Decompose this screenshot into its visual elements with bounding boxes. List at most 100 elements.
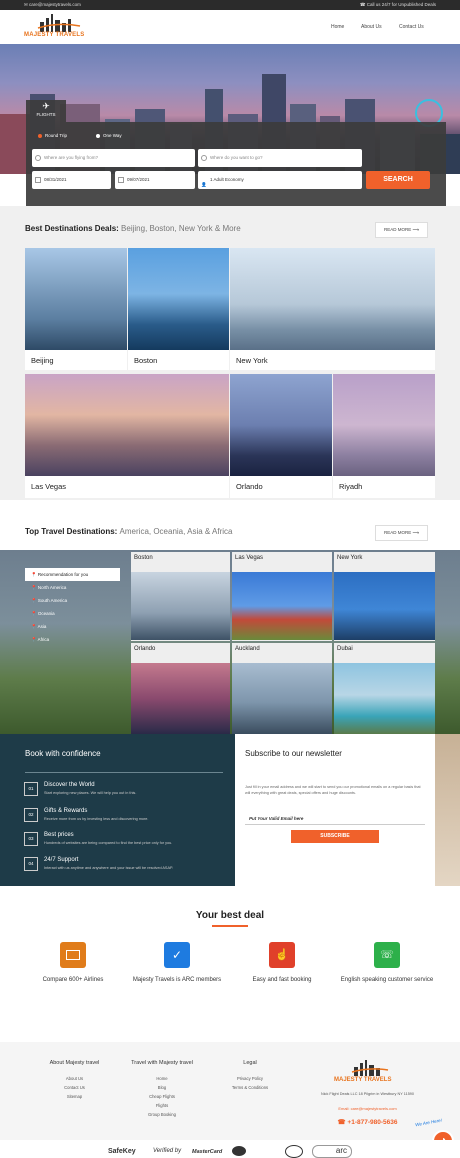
footer-link[interactable]: Blog bbox=[122, 1085, 202, 1090]
return-date-input[interactable]: 09/07/2021 bbox=[115, 171, 195, 189]
dest-label: Dubai bbox=[337, 646, 353, 652]
footer-link[interactable]: Terms & Conditions bbox=[220, 1085, 280, 1090]
region-label: Asia bbox=[37, 624, 47, 629]
arc-badge-icon: ✓ bbox=[164, 942, 190, 968]
region-africa[interactable]: 📍 Africa bbox=[25, 633, 120, 646]
nav-contact[interactable]: Contact Us bbox=[399, 24, 424, 30]
city-label: New York bbox=[236, 356, 268, 365]
tab-flights[interactable]: ✈ FLIGHTS bbox=[26, 100, 66, 122]
footer-link[interactable]: Sitemap bbox=[42, 1094, 107, 1099]
title-underline bbox=[212, 925, 248, 927]
top-destinations-read-more[interactable]: READ MORE ⟶ bbox=[375, 525, 428, 541]
travelers-select[interactable]: 👤 1 Adult Economy bbox=[198, 171, 362, 189]
best-deals-subtitle: Beijing, Boston, New York & More bbox=[121, 224, 241, 233]
read-more-label: READ MORE bbox=[384, 227, 412, 232]
dest-label: Boston bbox=[134, 555, 153, 561]
footer-col-legal: Legal Privacy Policy Terms & Conditions bbox=[220, 1060, 280, 1090]
region-oceania[interactable]: 📍 Oceania bbox=[25, 607, 120, 620]
footer-email[interactable]: Email: care@majestytravels.com bbox=[300, 1106, 435, 1111]
footer-link[interactable]: Privacy Policy bbox=[220, 1076, 280, 1081]
region-recommendation[interactable]: 📍 Recommendation for you bbox=[25, 568, 120, 581]
footer-col-heading: Legal bbox=[243, 1060, 257, 1066]
footer-logo[interactable]: MAJESTY TRAVELS bbox=[330, 1060, 410, 1088]
call-contact[interactable]: ☎ Call us 24/7 for Unpublished Deals bbox=[360, 0, 436, 10]
las-vegas-image bbox=[25, 374, 229, 476]
confidence-title: Book with confidence bbox=[25, 749, 101, 758]
dest-card-boston[interactable]: Boston bbox=[131, 552, 230, 641]
deal-card-new-york[interactable]: New York bbox=[230, 248, 435, 370]
footer-link[interactable]: Home bbox=[122, 1076, 202, 1081]
dest-card-auckland[interactable]: Auckland bbox=[232, 643, 332, 734]
depart-date-input[interactable]: 08/31/2021 bbox=[32, 171, 111, 189]
item-heading: 24/7 Support bbox=[44, 857, 79, 863]
footer-link[interactable]: Contact Us bbox=[42, 1085, 107, 1090]
mastercard-logo: MasterCard bbox=[192, 1149, 223, 1155]
newsletter-title: Subscribe to our newsletter bbox=[245, 749, 342, 758]
to-placeholder: Where do you want to go? bbox=[210, 155, 263, 160]
email-contact[interactable]: ✉ care@majestytravels.com bbox=[24, 0, 81, 10]
from-placeholder: Where are you flying from? bbox=[44, 155, 99, 160]
tab-flights-label: FLIGHTS bbox=[36, 112, 56, 117]
region-south-america[interactable]: 📍 South America bbox=[25, 594, 120, 607]
orlando-image bbox=[230, 374, 332, 476]
city-label: Riyadh bbox=[339, 482, 363, 491]
city-label: Boston bbox=[134, 356, 158, 365]
region-label: North America bbox=[37, 585, 67, 590]
nav-about[interactable]: About Us bbox=[361, 24, 382, 30]
dest-label: Las Vegas bbox=[235, 555, 264, 561]
item-heading: Discover the World bbox=[44, 782, 95, 788]
top-bar: ✉ care@majestytravels.com ☎ Call us 24/7… bbox=[0, 0, 460, 10]
region-north-america[interactable]: 📍 North America bbox=[25, 581, 120, 594]
to-input[interactable]: Where do you want to go? bbox=[198, 149, 362, 167]
arc-logo: arc bbox=[312, 1145, 352, 1158]
best-deal-item: Easy and fast booking bbox=[252, 977, 312, 983]
region-asia[interactable]: 📍 Asia bbox=[25, 620, 120, 633]
radio-one-way[interactable]: One Way bbox=[96, 133, 122, 138]
dest-card-new-york[interactable]: New York bbox=[334, 552, 435, 641]
top-destinations-subtitle: America, Oceania, Asia & Africa bbox=[119, 527, 233, 536]
calendar-icon bbox=[35, 177, 41, 183]
deal-card-beijing[interactable]: Beijing bbox=[25, 248, 127, 370]
deal-card-boston[interactable]: Boston bbox=[128, 248, 229, 370]
city-label: Beijing bbox=[31, 356, 54, 365]
footer-link[interactable]: About Us bbox=[42, 1076, 107, 1081]
item-number: 02 bbox=[24, 808, 38, 822]
footer-link[interactable]: Flights bbox=[122, 1103, 202, 1108]
las-vegas-dest-image bbox=[232, 572, 332, 640]
verified-by-logo: Verified by bbox=[153, 1148, 182, 1154]
best-deals-read-more[interactable]: READ MORE ⟶ bbox=[375, 222, 428, 238]
footer-col-about: About Majesty travel About Us Contact Us… bbox=[42, 1060, 107, 1099]
location-icon bbox=[201, 155, 207, 161]
deal-card-las-vegas[interactable]: Las Vegas bbox=[25, 374, 229, 498]
item-desc: Receive more from us by investing less a… bbox=[44, 817, 149, 821]
site-logo[interactable]: MAJESTY TRAVELS bbox=[24, 14, 94, 42]
footer-link[interactable]: Cheap Flights bbox=[122, 1094, 202, 1099]
auckland-dest-image bbox=[232, 663, 332, 734]
email-text: care@majestytravels.com bbox=[29, 2, 81, 7]
airplane-icon: ✈ bbox=[42, 101, 50, 111]
footer-link[interactable]: Group Booking bbox=[122, 1112, 202, 1117]
radio-round-trip[interactable]: Round Trip bbox=[38, 133, 67, 138]
boston-image bbox=[128, 248, 229, 350]
dest-card-orlando[interactable]: Orlando bbox=[131, 643, 230, 734]
skyline-logo-icon bbox=[37, 14, 81, 32]
dest-card-dubai[interactable]: Dubai bbox=[334, 643, 435, 734]
deal-card-riyadh[interactable]: Riyadh bbox=[333, 374, 435, 498]
newsletter-email-input[interactable]: Put Your Valid Email here bbox=[245, 812, 425, 825]
newsletter-section: Subscribe to our newsletter Just fill in… bbox=[235, 734, 435, 886]
region-label: Oceania bbox=[37, 611, 55, 616]
subscribe-button[interactable]: SUBSCRIBE bbox=[291, 830, 379, 843]
footer-col-travel: Travel with Majesty travel Home Blog Che… bbox=[122, 1060, 202, 1117]
item-heading: Best prices bbox=[44, 832, 74, 838]
region-label: Africa bbox=[37, 637, 50, 642]
search-button[interactable]: SEARCH bbox=[366, 171, 430, 189]
nav-home[interactable]: Home bbox=[331, 24, 344, 30]
safekey-logo: SafeKey bbox=[108, 1148, 136, 1155]
city-label: Las Vegas bbox=[31, 482, 67, 491]
dest-card-las-vegas[interactable]: Las Vegas bbox=[232, 552, 332, 641]
best-deal-item: Compare 600+ Airlines bbox=[42, 977, 104, 983]
travelers-value: 1 Adult Economy bbox=[210, 177, 244, 182]
from-input[interactable]: Where are you flying from? bbox=[32, 149, 195, 167]
deal-card-orlando[interactable]: Orlando bbox=[230, 374, 332, 498]
amex-logo bbox=[285, 1145, 303, 1158]
